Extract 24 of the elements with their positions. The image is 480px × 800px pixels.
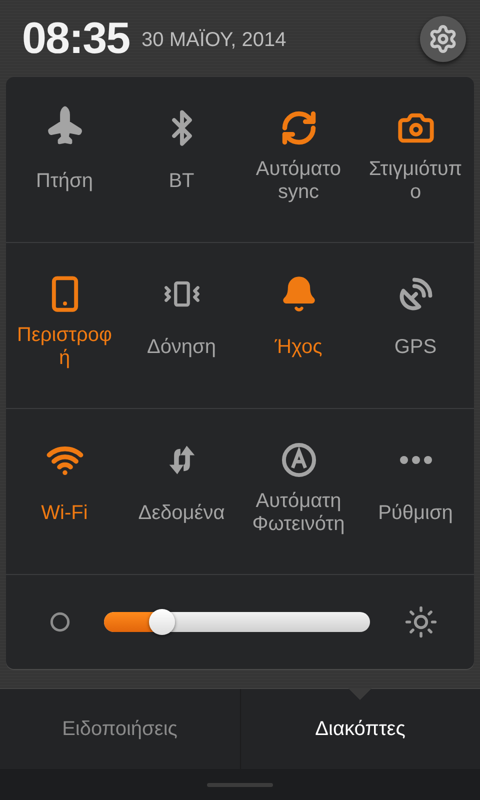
quick-toggle[interactable]: GPS <box>357 243 474 408</box>
brightness-slider[interactable] <box>104 612 370 632</box>
quick-toggle[interactable]: Περιστροφή <box>6 243 123 408</box>
quick-toggle[interactable]: Στιγμιότυπο <box>357 77 474 242</box>
bright-brightness-icon <box>404 605 438 639</box>
quick-toggle[interactable]: Αυτόματο sync <box>240 77 357 242</box>
circled-a-icon <box>280 441 318 479</box>
dim-brightness-icon <box>50 612 70 632</box>
quick-toggle[interactable]: Wi-Fi <box>6 409 123 574</box>
quick-toggle[interactable]: BT <box>123 77 240 242</box>
quick-toggle[interactable]: Ρύθμιση <box>357 409 474 574</box>
quick-toggle[interactable]: Ήχος <box>240 243 357 408</box>
quick-toggle[interactable]: Δόνηση <box>123 243 240 408</box>
drag-handle[interactable] <box>207 782 273 786</box>
clock-time: 08:35 <box>22 14 130 64</box>
sync-icon <box>280 109 318 147</box>
quick-toggle[interactable]: Αυτόματη Φωτεινότη <box>240 409 357 574</box>
slider-thumb[interactable] <box>149 609 176 635</box>
tab[interactable]: Ειδοποιήσεις <box>0 689 240 769</box>
quick-toggle[interactable]: Πτήση <box>6 77 123 242</box>
settings-button[interactable] <box>420 16 466 62</box>
quick-toggle[interactable]: Δεδομένα <box>123 409 240 574</box>
gear-icon <box>428 24 458 54</box>
date-text: 30 ΜΑΪΟΥ, 2014 <box>142 29 288 52</box>
